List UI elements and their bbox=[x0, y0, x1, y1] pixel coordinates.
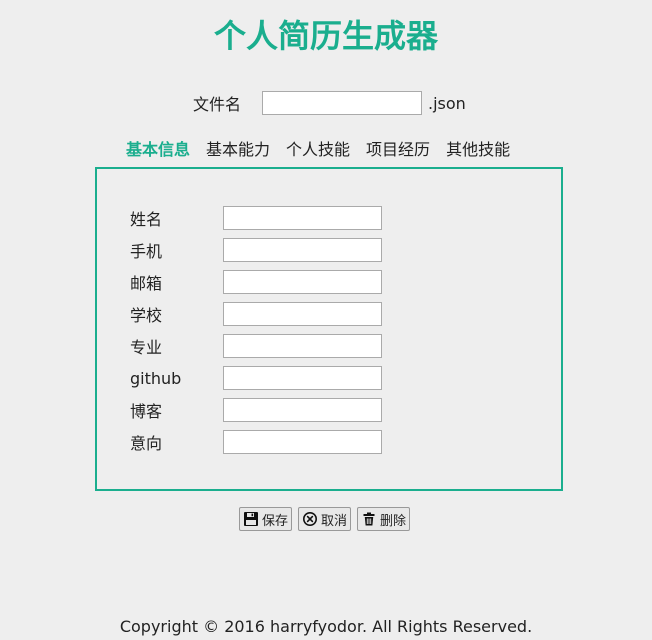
blog-label: 博客 bbox=[130, 402, 163, 421]
save-button[interactable]: 保存 bbox=[239, 507, 293, 531]
field-row-email: 邮箱 bbox=[130, 270, 382, 294]
filename-input[interactable] bbox=[262, 91, 422, 115]
filename-extension: .json bbox=[428, 93, 466, 113]
field-row-name: 姓名 bbox=[130, 206, 382, 230]
tab-basic-abilities[interactable]: 基本能力 bbox=[206, 139, 270, 161]
school-label: 学校 bbox=[130, 306, 163, 325]
floppy-disk-icon bbox=[243, 511, 259, 527]
footer-copyright: Copyright © 2016 harryfyodor. All Rights… bbox=[119, 617, 533, 636]
tab-basic-info[interactable]: 基本信息 bbox=[126, 139, 190, 161]
name-label: 姓名 bbox=[130, 210, 163, 229]
field-row-github: github bbox=[130, 366, 382, 390]
school-input[interactable] bbox=[223, 302, 382, 326]
intention-input[interactable] bbox=[223, 430, 382, 454]
major-label: 专业 bbox=[130, 338, 163, 357]
field-row-blog: 博客 bbox=[130, 398, 382, 422]
filename-label: 文件名 bbox=[193, 95, 242, 114]
blog-input[interactable] bbox=[223, 398, 382, 422]
github-input[interactable] bbox=[223, 366, 382, 390]
tab-project-experience[interactable]: 项目经历 bbox=[366, 139, 430, 161]
action-bar: 保存 取消 删除 bbox=[239, 507, 411, 531]
name-input[interactable] bbox=[223, 206, 382, 230]
circle-x-icon bbox=[302, 511, 318, 527]
phone-input[interactable] bbox=[223, 238, 382, 262]
delete-button[interactable]: 删除 bbox=[357, 507, 411, 531]
field-row-school: 学校 bbox=[130, 302, 382, 326]
tab-other-skills[interactable]: 其他技能 bbox=[446, 139, 510, 161]
delete-button-label: 删除 bbox=[380, 513, 407, 529]
tab-bar: 基本信息 基本能力 个人技能 项目经历 其他技能 bbox=[126, 139, 510, 161]
field-row-major: 专业 bbox=[130, 334, 382, 358]
email-input[interactable] bbox=[223, 270, 382, 294]
filename-row: 文件名 .json bbox=[193, 90, 466, 116]
field-row-phone: 手机 bbox=[130, 238, 382, 262]
page-title: 个人简历生成器 bbox=[213, 17, 438, 55]
intention-label: 意向 bbox=[130, 434, 163, 453]
cancel-button-label: 取消 bbox=[321, 513, 348, 529]
email-label: 邮箱 bbox=[130, 274, 163, 293]
phone-label: 手机 bbox=[130, 242, 163, 261]
tab-personal-skills[interactable]: 个人技能 bbox=[286, 139, 350, 161]
trash-icon bbox=[361, 511, 377, 527]
field-row-intention: 意向 bbox=[130, 430, 382, 454]
cancel-button[interactable]: 取消 bbox=[298, 507, 352, 531]
save-button-label: 保存 bbox=[262, 513, 289, 529]
major-input[interactable] bbox=[223, 334, 382, 358]
github-label: github bbox=[130, 368, 182, 388]
basic-info-panel: 姓名 手机 邮箱 学校 专业 github 博客 意向 bbox=[95, 167, 563, 491]
